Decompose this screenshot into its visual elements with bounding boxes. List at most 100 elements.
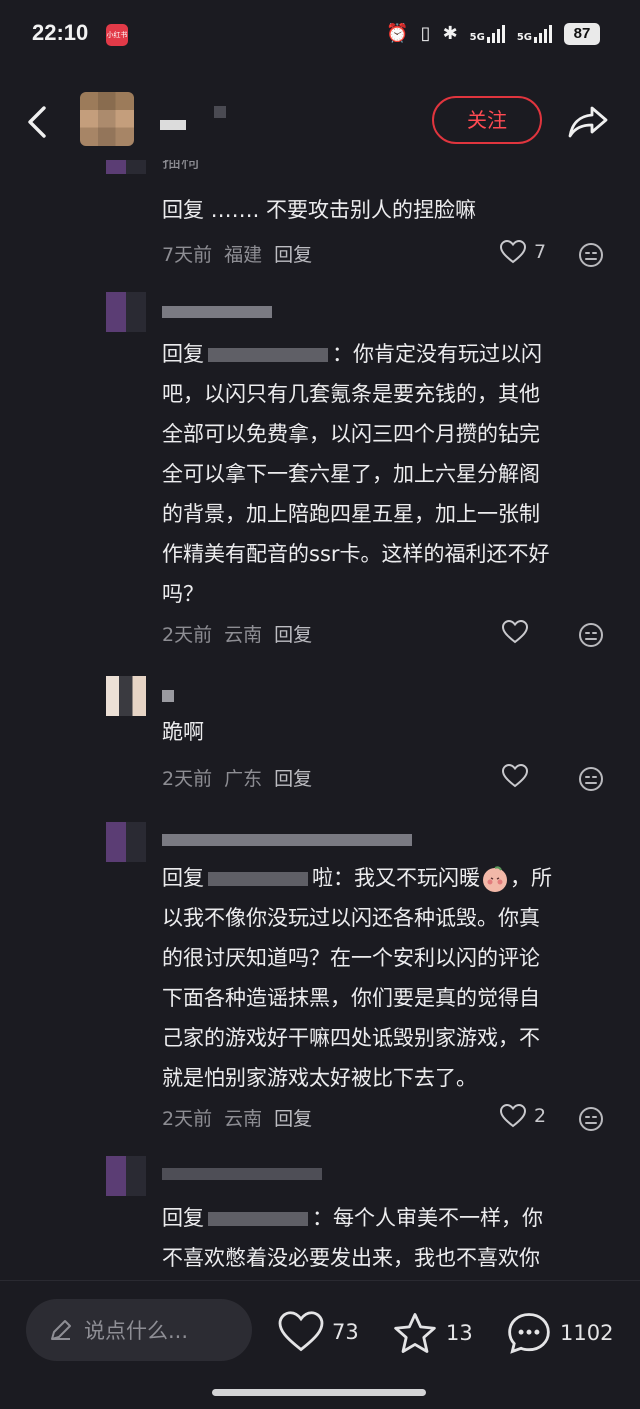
emoji-reaction-icon[interactable]	[578, 1106, 604, 1132]
like-button[interactable]	[502, 764, 536, 788]
mention-blurred	[208, 872, 308, 886]
comment-text: 回复 ：每个人审美不一样，你 不喜欢憋着没必要发出来，我也不喜欢你	[162, 1198, 612, 1278]
reply-button[interactable]: 回复	[274, 764, 312, 791]
like-count: 7	[534, 241, 547, 263]
commenter-name[interactable]: 插椅	[162, 160, 200, 172]
comment-time: 7天前	[162, 244, 213, 266]
author-name-extra	[214, 106, 226, 118]
comment-list: 插椅 回复 ……. 不要攻击别人的捏脸嘛 7天前 福建 回复 7 回复 ：你肯定没…	[0, 160, 640, 1280]
status-time: 22:10	[32, 20, 89, 45]
signal-bars-icon	[534, 25, 552, 43]
commenter-name[interactable]	[162, 306, 272, 318]
like-post-count: 73	[332, 1320, 359, 1344]
comment-bubble-icon	[508, 1313, 550, 1354]
follow-button[interactable]: 关注	[432, 96, 542, 144]
reply-prefix: 回复	[162, 342, 204, 366]
comment-meta: 2天前 云南 回复	[162, 1104, 312, 1131]
commenter-avatar[interactable]	[106, 292, 146, 332]
commenter-name[interactable]	[162, 690, 174, 702]
reply-button[interactable]: 回复	[274, 620, 312, 647]
app-badge: 小红书	[106, 24, 128, 46]
comment-region: 云南	[224, 1108, 263, 1130]
comment-time: 2天前	[162, 1108, 213, 1130]
comment-line: 吗？	[162, 582, 204, 606]
pencil-icon	[51, 1320, 71, 1340]
reply-suffix: 啦：我又不玩闪暖	[312, 866, 480, 890]
comment-time: 2天前	[162, 624, 213, 646]
alarm-icon: ⏰	[386, 23, 409, 44]
mention-blurred	[208, 1212, 308, 1226]
like-button[interactable]: 7	[500, 240, 546, 264]
status-icons: ⏰ ▯ ✱ 5G 5G 87	[386, 22, 600, 46]
comment-region: 广东	[224, 768, 263, 790]
signal-2: 5G	[517, 25, 552, 43]
vibrate-icon: ▯	[420, 23, 431, 44]
comment-line: 回复 ：你肯定没有玩过以闪	[162, 334, 612, 374]
like-button[interactable]: 2	[500, 1104, 546, 1128]
comment-line: 的很讨厌知道吗？在一个安利以闪的评论	[162, 946, 540, 970]
comment-line: 的背景，加上陪跑四星五星，加上一张制	[162, 502, 540, 526]
reply-prefix: 回复	[162, 1206, 204, 1230]
collect-button[interactable]: 13	[392, 1311, 473, 1355]
comment-line: 己家的游戏好干嘛四处诋毁别家游戏，不	[162, 1026, 540, 1050]
comment-line: 全可以拿下一套六星了，加上六星分解阁	[162, 462, 540, 486]
comment-time: 2天前	[162, 768, 213, 790]
comment-meta: 2天前 云南 回复	[162, 620, 312, 647]
commenter-avatar[interactable]	[106, 822, 146, 862]
comment-line: 吧，以闪只有几套氪条是要充钱的，其他	[162, 382, 540, 406]
reply-button[interactable]: 回复	[274, 1104, 312, 1131]
share-icon[interactable]	[566, 102, 610, 140]
comment-line: 回复 ：每个人审美不一样，你	[162, 1198, 612, 1238]
signal-1: 5G	[470, 25, 505, 43]
status-bar: 22:10 小红书 ⏰ ▯ ✱ 5G 5G 87	[0, 0, 640, 70]
comment-text: 回复 啦：我又不玩闪暖 ，所 以我不像你没玩过以闪还各种诋毁。你真 的很讨厌知道吗？…	[162, 858, 612, 1098]
network-label-1: 5G	[469, 32, 485, 43]
star-icon	[394, 1313, 436, 1353]
comment-line: 全部可以免费拿，以闪三四个月攒的钻完	[162, 422, 540, 446]
comment-line: 以我不像你没玩过以闪还各种诋毁。你真	[162, 906, 540, 930]
commenter-avatar[interactable]	[106, 160, 146, 174]
emoji-reaction-icon[interactable]	[578, 766, 604, 792]
like-button[interactable]	[502, 620, 536, 644]
comment-input[interactable]: 说点什么...	[26, 1299, 252, 1361]
back-icon[interactable]	[22, 102, 56, 142]
comment-text: 跪啊	[162, 720, 204, 744]
heart-icon	[502, 620, 528, 644]
reply-button[interactable]: 回复	[274, 240, 312, 267]
comment-meta: 7天前 福建 回复	[162, 240, 312, 267]
comment-meta: 2天前 广东 回复	[162, 764, 312, 791]
emoji-reaction-icon[interactable]	[578, 622, 604, 648]
like-count: 2	[534, 1105, 547, 1127]
author-avatar[interactable]	[80, 92, 134, 146]
reply-prefix: 回复	[162, 866, 204, 890]
emoji-reaction-icon[interactable]	[578, 242, 604, 268]
heart-icon	[502, 764, 528, 788]
mention-blurred	[208, 348, 328, 362]
reply-suffix: ：每个人审美不一样，你	[312, 1206, 543, 1230]
comment-line: 不喜欢憋着没必要发出来，我也不喜欢你	[162, 1246, 540, 1270]
reply-tail: ，所	[510, 866, 552, 890]
heart-icon	[500, 240, 526, 264]
comment-line: 下面各种造谣抹黑，你们要是真的觉得自	[162, 986, 540, 1010]
commenter-avatar[interactable]	[106, 676, 146, 716]
comment-line: 就是怕别家游戏太好被比下去了。	[162, 1066, 477, 1090]
comment-line: 作精美有配音的ssr卡。这样的福利还不好	[162, 542, 550, 566]
reply-suffix: ：你肯定没有玩过以闪	[332, 342, 542, 366]
commenter-avatar[interactable]	[106, 1156, 146, 1196]
comment-region: 福建	[224, 244, 263, 266]
comment-line: 回复 啦：我又不玩闪暖 ，所	[162, 858, 612, 898]
bluetooth-icon: ✱	[442, 23, 458, 44]
author-name[interactable]	[160, 120, 186, 130]
network-label-2: 5G	[516, 32, 532, 43]
collect-count: 13	[446, 1321, 473, 1345]
like-post-button[interactable]: 73	[278, 1311, 359, 1353]
comment-region: 云南	[224, 624, 263, 646]
battery-indicator: 87	[564, 23, 600, 45]
comment-text: 回复 ……. 不要攻击别人的捏脸嘛	[162, 198, 477, 222]
commenter-name[interactable]	[162, 834, 412, 846]
home-indicator[interactable]	[212, 1389, 426, 1396]
comment-count-button[interactable]: 1102	[506, 1311, 613, 1355]
commenter-name[interactable]	[162, 1168, 322, 1180]
signal-bars-icon	[486, 25, 505, 43]
peach-emoji-icon	[483, 866, 507, 892]
